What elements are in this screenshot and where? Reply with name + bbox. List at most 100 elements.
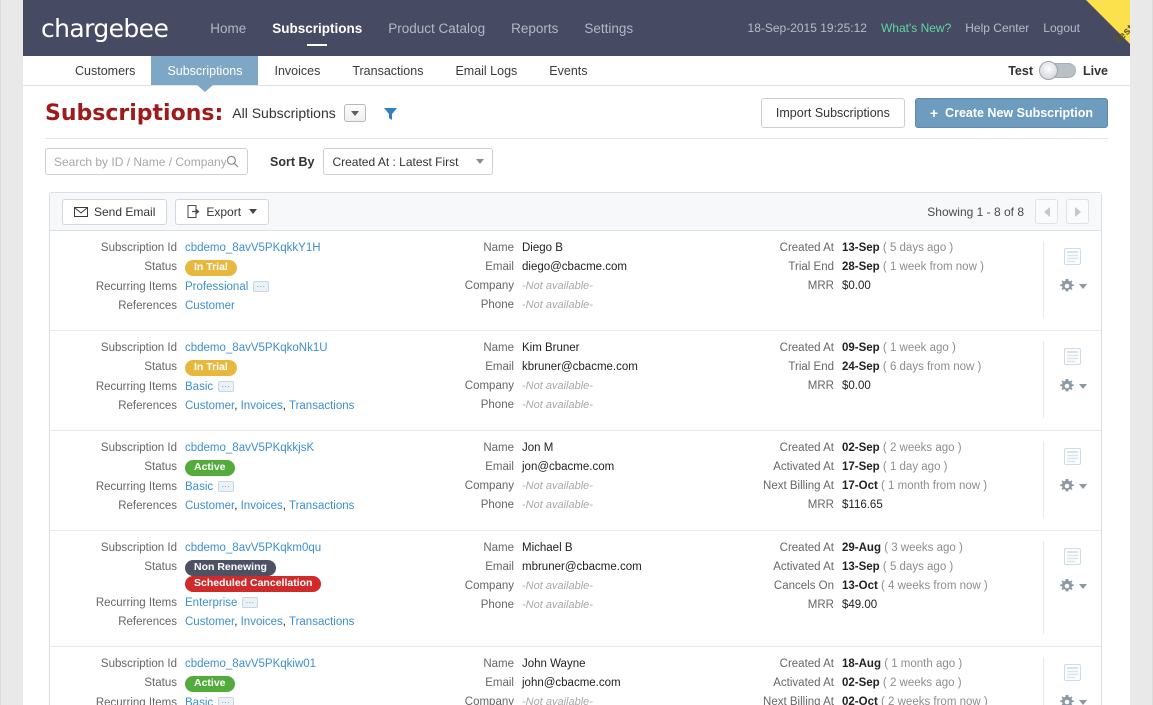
tab-invoices[interactable]: Invoices <box>258 56 336 85</box>
plan-link[interactable]: Basic <box>185 697 213 705</box>
subscription-filter-value[interactable]: All Subscriptions <box>232 105 336 121</box>
table-row[interactable]: Subscription Id cbdemo_8avV5PKqkkjsK Statu… <box>50 431 1101 531</box>
sub-tab-bar: Customers Subscriptions Invoices Transac… <box>23 56 1130 86</box>
label-company: Company <box>464 696 514 705</box>
filter-funnel-icon[interactable] <box>383 106 398 121</box>
chargebee-logo[interactable]: chargebee <box>41 14 169 43</box>
subscription-id-link[interactable]: cbdemo_8avV5PKqkoNk1U <box>185 342 328 354</box>
create-new-subscription-button[interactable]: + Create New Subscription <box>914 98 1108 128</box>
reference-link[interactable]: Invoices <box>241 500 283 512</box>
row-actions-column <box>1043 441 1101 518</box>
subscription-id-link[interactable]: cbdemo_8avV5PKqkkjsK <box>185 442 314 454</box>
row-actions-menu[interactable] <box>1059 378 1087 394</box>
env-label-live: Live <box>1082 63 1108 78</box>
chevron-right-icon <box>1074 206 1081 217</box>
more-items-icon[interactable]: ⋯ <box>242 597 259 609</box>
value-status: Active <box>185 460 235 476</box>
invoice-icon[interactable] <box>1063 347 1082 371</box>
reference-link[interactable]: Customer <box>185 400 234 412</box>
environment-toggle[interactable]: Test Live <box>1008 56 1108 85</box>
next-page-button[interactable] <box>1066 199 1089 224</box>
field-row: Name Michael B <box>450 541 740 556</box>
plan-link[interactable]: Basic <box>185 381 213 393</box>
field-row: Company -Not available- <box>450 479 740 494</box>
label-subscription-id: Subscription Id <box>100 658 177 670</box>
sort-by-select[interactable]: Created At : Latest First <box>323 148 494 175</box>
more-items-icon[interactable]: ⋯ <box>218 381 235 393</box>
nav-item-product-catalog[interactable]: Product Catalog <box>388 17 485 40</box>
value-mrr: $116.65 <box>842 499 883 511</box>
more-items-icon[interactable]: ⋯ <box>218 697 235 705</box>
help-center-link[interactable]: Help Center <box>965 21 1029 35</box>
field-row: Next Billing At 17-Oct ( 1 month from now… <box>740 479 1043 494</box>
label-created-at: Created At <box>779 542 834 554</box>
reference-link[interactable]: Transactions <box>289 616 354 628</box>
whats-new-link[interactable]: What's New? <box>881 21 951 35</box>
tab-customers[interactable]: Customers <box>59 56 151 85</box>
nav-item-home[interactable]: Home <box>210 17 246 40</box>
value-name: Kim Bruner <box>522 342 580 354</box>
tab-transactions[interactable]: Transactions <box>336 56 439 85</box>
field-row: Subscription Id cbdemo_8avV5PKqkiw01 <box>60 657 450 672</box>
invoice-icon[interactable] <box>1063 547 1082 571</box>
send-email-button[interactable]: Send Email <box>62 198 168 225</box>
plan-link[interactable]: Professional <box>185 281 248 293</box>
table-row[interactable]: Subscription Id cbdemo_8avV5PKqkkY1H Statu… <box>50 231 1101 331</box>
table-row[interactable]: Subscription Id cbdemo_8avV5PKqkoNk1U Stat… <box>50 331 1101 431</box>
tab-email-logs[interactable]: Email Logs <box>439 56 533 85</box>
nav-item-settings[interactable]: Settings <box>584 17 633 40</box>
field-row: Company -Not available- <box>450 579 740 594</box>
logout-link[interactable]: Logout <box>1043 21 1080 35</box>
reference-link[interactable]: Invoices <box>241 400 283 412</box>
reference-link[interactable]: Customer <box>185 300 235 312</box>
subscriptions-list-panel: Send Email Export Showing 1 - 8 of 8 Sub… <box>49 192 1102 705</box>
env-switch[interactable] <box>1038 61 1076 80</box>
chevron-down-icon <box>1078 699 1087 705</box>
label-recurring-items: Recurring Items <box>95 481 177 493</box>
reference-link[interactable]: Transactions <box>289 500 354 512</box>
more-items-icon[interactable]: ⋯ <box>253 281 270 293</box>
label-status: Status <box>144 677 177 689</box>
search-box[interactable] <box>45 148 248 175</box>
subscription-id-link[interactable]: cbdemo_8avV5PKqkiw01 <box>185 658 316 670</box>
invoice-icon[interactable] <box>1063 247 1082 271</box>
subscription-id-link[interactable]: cbdemo_8avV5PKqkkY1H <box>185 242 321 254</box>
import-subscriptions-button[interactable]: Import Subscriptions <box>760 98 905 128</box>
label-mrr: MRR <box>807 599 834 611</box>
plan-link[interactable]: Enterprise <box>185 597 237 609</box>
plan-link[interactable]: Basic <box>185 481 213 493</box>
label-recurring-items: Recurring Items <box>95 381 177 393</box>
previous-page-button[interactable] <box>1035 199 1058 224</box>
more-items-icon[interactable]: ⋯ <box>218 481 235 493</box>
tab-events[interactable]: Events <box>533 56 603 85</box>
table-row[interactable]: Subscription Id cbdemo_8avV5PKqkm0qu Statu… <box>50 531 1101 647</box>
field-row: Phone -Not available- <box>450 498 740 513</box>
subscription-id-link[interactable]: cbdemo_8avV5PKqkm0qu <box>185 542 321 554</box>
nav-item-subscriptions[interactable]: Subscriptions <box>272 17 362 40</box>
invoice-icon[interactable] <box>1063 663 1082 687</box>
reference-link[interactable]: Transactions <box>289 400 354 412</box>
search-input[interactable] <box>54 154 226 169</box>
nav-item-reports[interactable]: Reports <box>511 17 558 40</box>
row-actions-menu[interactable] <box>1059 478 1087 494</box>
reference-link[interactable]: Customer <box>185 500 234 512</box>
filter-dropdown-button[interactable] <box>343 104 366 122</box>
row-actions-menu[interactable] <box>1059 278 1087 294</box>
field-row: Cancels On 13-Oct ( 4 weeks from now ) <box>740 579 1043 594</box>
row-actions-menu[interactable] <box>1059 578 1087 594</box>
label-mrr: MRR <box>807 280 834 292</box>
reference-link[interactable]: Invoices <box>241 616 283 628</box>
row-customer-column: Name Michael B Email mbruner@cbacme.com Comp… <box>450 541 740 634</box>
field-row: References Customer, Invoices, Transactio… <box>60 615 450 630</box>
row-actions-menu[interactable] <box>1059 694 1087 705</box>
field-row: Trial End 24-Sep ( 6 days from now ) <box>740 360 1043 375</box>
value-recurring-items: Enterprise ⋯ <box>185 596 259 611</box>
field-row: Status Active <box>60 676 450 692</box>
row-actions-column <box>1043 657 1101 705</box>
table-row[interactable]: Subscription Id cbdemo_8avV5PKqkiw01 Statu… <box>50 647 1101 705</box>
field-row: Created At 18-Aug ( 1 month ago ) <box>740 657 1043 672</box>
export-button[interactable]: Export <box>175 198 270 225</box>
reference-link[interactable]: Customer <box>185 616 234 628</box>
invoice-icon[interactable] <box>1063 447 1082 471</box>
tab-subscriptions[interactable]: Subscriptions <box>151 56 259 85</box>
